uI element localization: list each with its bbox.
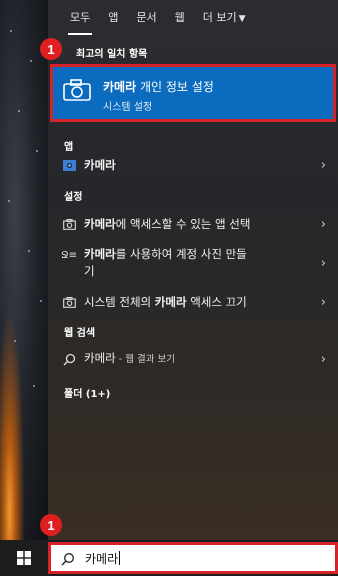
folders-heading[interactable]: 폴더 (1+) [48,385,110,400]
best-match-title: 카메라 개인 정보 설정 [103,78,214,95]
best-match-title-keyword: 카메라 [103,80,137,94]
filter-tabs: 모두 앱 문서 웹 더 보기 ▼ [48,0,338,35]
chevron-down-icon: ▼ [238,14,246,24]
settings-item-label: 카메라에 액세스할 수 있는 앱 선택 [84,216,250,233]
best-match-camera-privacy-settings[interactable]: 카메라 개인 정보 설정 시스템 설정 [50,64,336,122]
best-match-heading: 최고의 일치 항목 [76,49,148,60]
chevron-right-icon[interactable]: › [321,256,326,271]
windows-logo-icon [17,551,31,565]
settings-item-label: 시스템 전체의 카메라 액세스 끄기 [84,294,247,311]
chevron-right-icon[interactable]: › [321,295,326,310]
settings-item-keyword: 카메라 [84,247,116,261]
desktop-background [0,0,48,540]
tab-more-label: 더 보기 [202,11,237,24]
camera-app-icon [62,158,76,172]
web-search-heading: 웹 검색 [64,328,96,339]
settings-item-rest: 를 사용하여 계정 사진 만들 [115,247,247,261]
tab-all[interactable]: 모두 [67,9,93,35]
taskbar: 카메라 [0,540,338,576]
camera-icon [62,295,76,309]
chevron-right-icon[interactable]: › [321,352,326,367]
web-search-item-camera[interactable]: 카메라 - 웹 결과 보기 › [48,349,338,369]
web-search-suffix: - 웹 결과 보기 [115,354,175,365]
settings-item-keyword: 카메라 [84,216,116,231]
step-badge: 1 [40,514,62,536]
settings-item-camera-account-picture[interactable]: Ջ≡ 카메라를 사용하여 계정 사진 만들기 › [48,246,338,280]
camera-icon [62,217,76,231]
text-cursor [119,551,121,565]
taskbar-search-input[interactable]: 카메라 [48,542,338,574]
tab-apps[interactable]: 앱 [108,9,118,25]
chevron-right-icon[interactable]: › [321,158,326,173]
settings-item-keyword: 카메라 [154,294,187,309]
apps-heading: 앱 [64,142,74,153]
app-item-keyword: 카메라 [84,157,116,172]
tab-more[interactable]: 더 보기 ▼ [203,9,246,25]
search-input-value: 카메라 [85,550,121,567]
start-button[interactable] [0,540,48,576]
web-search-label: 카메라 - 웹 결과 보기 [84,350,175,368]
app-item-label: 카메라 [84,157,116,174]
search-icon [61,553,74,566]
settings-item-label: 카메라를 사용하여 계정 사진 만들기 [84,246,247,280]
best-match-subtitle: 시스템 설정 [103,102,153,113]
web-search-query: 카메라 [84,351,116,365]
settings-item-camera-access-off[interactable]: 시스템 전체의 카메라 액세스 끄기 › [48,292,338,312]
step-badge: 1 [40,38,62,60]
search-icon [62,352,76,366]
best-match-title-rest: 개인 정보 설정 [136,80,214,94]
account-picture-icon: Ջ≡ [60,249,78,261]
settings-item-camera-app-access[interactable]: 카메라에 액세스할 수 있는 앱 선택 › [48,214,338,234]
camera-icon [63,79,91,101]
settings-item-rest: 에 액세스할 수 있는 앱 선택 [115,216,251,231]
app-item-camera[interactable]: 카메라 › [48,154,338,176]
settings-item-line2: 기 [84,264,95,278]
search-results-panel: 모두 앱 문서 웹 더 보기 ▼ 최고의 일치 항목 1 카메라 개인 정보 설정… [40,0,338,540]
chevron-right-icon[interactable]: › [321,217,326,232]
search-query-text: 카메라 [85,552,119,566]
settings-item-rest: 액세스 끄기 [186,294,247,309]
tab-documents[interactable]: 문서 [136,9,156,25]
settings-heading: 설정 [64,192,83,203]
tab-web[interactable]: 웹 [175,9,185,25]
settings-item-prefix: 시스템 전체의 [84,294,155,309]
